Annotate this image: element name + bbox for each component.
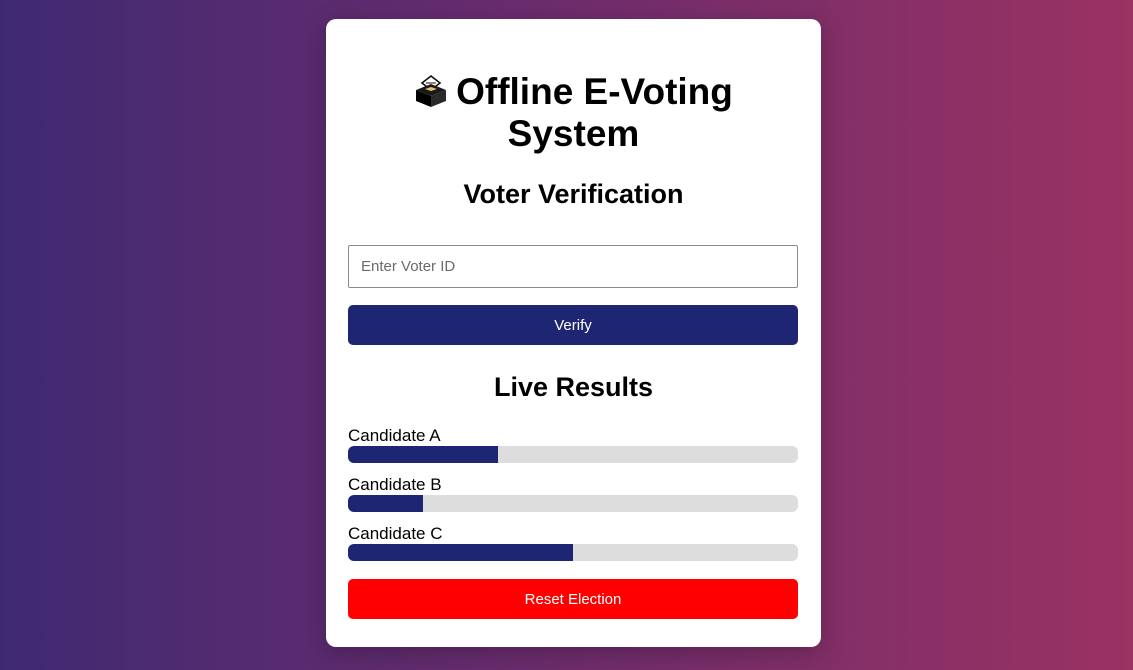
voter-verification-heading: Voter Verification [463, 179, 684, 209]
title-line-2: System [507, 113, 640, 154]
result-bar-track [348, 446, 798, 463]
voting-card: Offline E-Voting System Voter Verificati… [326, 19, 821, 647]
voter-id-input[interactable] [348, 245, 798, 288]
candidate-row-a: Candidate A [348, 426, 798, 463]
result-bar-track [348, 495, 798, 512]
candidate-row-c: Candidate C [348, 524, 798, 561]
candidate-label: Candidate A [348, 426, 441, 445]
title-line-1: Offline E-Voting [456, 71, 733, 112]
live-results-heading: Live Results [493, 372, 654, 402]
result-bar-fill [348, 544, 573, 561]
ballot-box-icon [416, 74, 447, 107]
candidate-label: Candidate C [348, 524, 443, 543]
candidate-label: Candidate B [348, 475, 442, 494]
verify-button[interactable]: Verify [348, 305, 798, 345]
page-title: Offline E-Voting System [326, 71, 821, 155]
result-bar-fill [348, 495, 424, 512]
reset-election-button[interactable]: Reset Election [348, 579, 798, 619]
result-bar-track [348, 544, 798, 561]
candidate-row-b: Candidate B [348, 475, 798, 512]
result-bar-fill [348, 446, 498, 463]
